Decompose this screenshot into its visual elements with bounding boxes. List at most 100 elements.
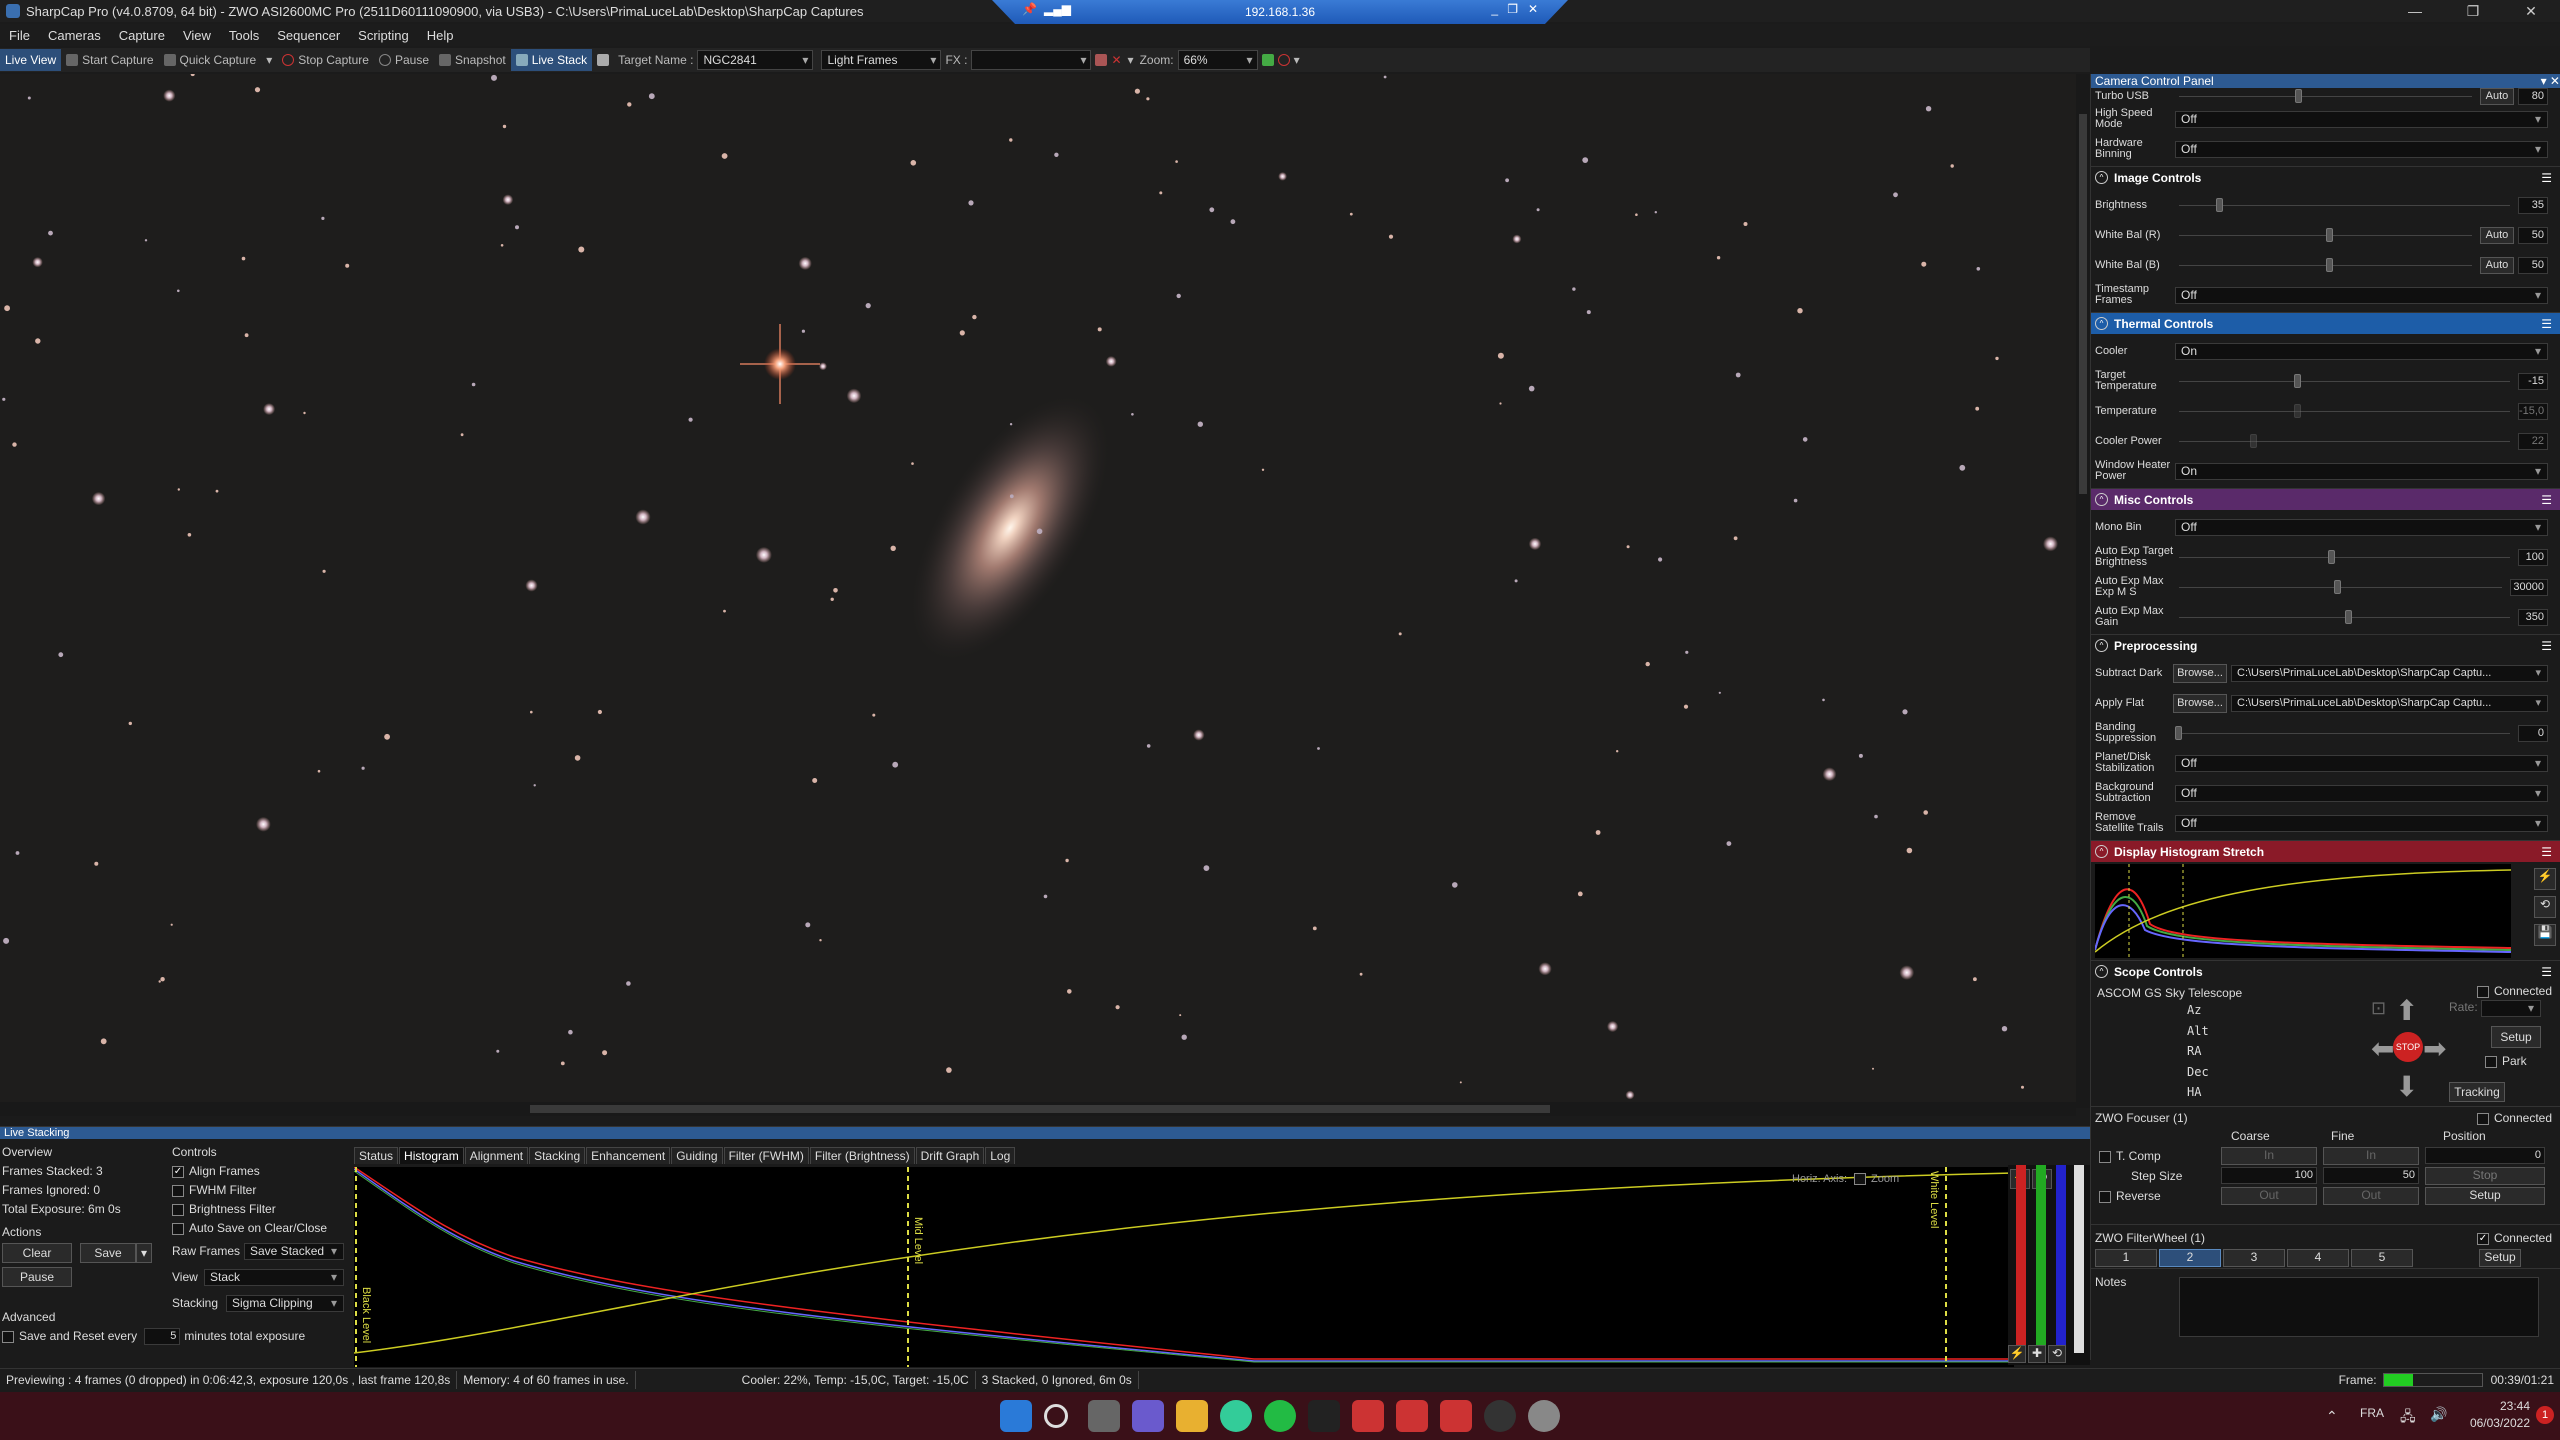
teams-icon[interactable] bbox=[1132, 1400, 1164, 1432]
start-icon[interactable] bbox=[1000, 1400, 1032, 1432]
notification-badge[interactable]: 1 bbox=[2536, 1406, 2554, 1424]
scope-setup-button[interactable]: Setup bbox=[2491, 1026, 2541, 1048]
tab-drift-graph[interactable]: Drift Graph bbox=[915, 1147, 985, 1164]
planet-stab-select[interactable]: Off bbox=[2175, 754, 2548, 772]
tab-stacking[interactable]: Stacking bbox=[529, 1147, 586, 1164]
ae-target-slider[interactable] bbox=[2175, 549, 2514, 565]
raw-frames-select[interactable]: Save Stacked bbox=[244, 1242, 344, 1260]
scope-spiral-icon[interactable]: ⊡ bbox=[2371, 998, 2386, 1019]
collapse-icon[interactable]: ^ bbox=[2095, 493, 2108, 506]
blue-level-bar[interactable] bbox=[2056, 1165, 2066, 1353]
align-frames-checkbox[interactable]: ✓ Align Frames bbox=[172, 1162, 352, 1181]
zoom-select[interactable]: 66% bbox=[1177, 50, 1258, 70]
bg-subtraction-select[interactable]: Off bbox=[2175, 784, 2548, 802]
magnifier-icon[interactable] bbox=[1277, 54, 1290, 66]
scope-controls-header[interactable]: ^ Scope Controls ☰ bbox=[2091, 960, 2560, 982]
filter-slot-4[interactable]: 4 bbox=[2287, 1249, 2349, 1267]
fwhm-filter-checkbox[interactable]: FWHM Filter bbox=[172, 1181, 352, 1200]
target-temp-value[interactable]: -15 bbox=[2518, 372, 2548, 390]
tab-enhancement[interactable]: Enhancement bbox=[586, 1147, 671, 1164]
snapshot-button[interactable]: Snapshot bbox=[434, 49, 511, 71]
menu-capture[interactable]: Capture bbox=[110, 28, 174, 43]
fx-dropdown-icon[interactable]: ▾ bbox=[1128, 53, 1134, 67]
wb-red-slider[interactable] bbox=[2175, 227, 2476, 243]
notes-textarea[interactable] bbox=[2179, 1277, 2539, 1337]
fx-select[interactable] bbox=[971, 50, 1092, 70]
pause-stack-button[interactable]: Pause bbox=[2, 1267, 72, 1287]
app-red-1-icon[interactable] bbox=[1352, 1400, 1384, 1432]
close-button[interactable]: ✕ bbox=[2502, 0, 2560, 22]
green-level-bar[interactable] bbox=[2036, 1165, 2046, 1353]
timestamp-select[interactable]: Off bbox=[2175, 286, 2548, 304]
autosave-checkbox[interactable]: Auto Save on Clear/Close bbox=[172, 1219, 352, 1238]
tab-histogram[interactable]: Histogram bbox=[399, 1147, 464, 1164]
frame-type-select[interactable]: Light Frames bbox=[821, 50, 942, 70]
ae-gain-slider[interactable] bbox=[2175, 609, 2514, 625]
tools-dropdown-icon[interactable]: ▾ bbox=[1294, 53, 1300, 67]
menu-icon[interactable]: ☰ bbox=[2541, 493, 2552, 507]
tcomp-checkbox[interactable]: T. Comp bbox=[2099, 1149, 2161, 1163]
histogram-stretch-graph[interactable] bbox=[2095, 864, 2511, 958]
menu-file[interactable]: File bbox=[0, 28, 39, 43]
view-select[interactable]: Stack bbox=[204, 1268, 344, 1286]
live-view-button[interactable]: Live View bbox=[0, 49, 62, 71]
start-capture-button[interactable]: Start Capture bbox=[61, 49, 158, 71]
stack-histogram-graph[interactable] bbox=[354, 1167, 2014, 1367]
wb-red-auto-button[interactable]: Auto bbox=[2480, 226, 2514, 244]
zoom-checkbox[interactable]: Zoom bbox=[1854, 1173, 1899, 1186]
stack-histogram[interactable]: Black Level Mid Level White Level Horiz.… bbox=[354, 1167, 2014, 1367]
image-vertical-scrollbar[interactable] bbox=[2076, 74, 2090, 1108]
stop-capture-button[interactable]: Stop Capture bbox=[277, 49, 374, 71]
reverse-checkbox[interactable]: Reverse bbox=[2099, 1189, 2161, 1203]
dark-browse-button[interactable]: Browse... bbox=[2173, 663, 2227, 683]
refresh-icon[interactable]: ⟲ bbox=[2048, 1345, 2066, 1363]
wb-red-value[interactable]: 50 bbox=[2518, 226, 2548, 244]
satellite-trails-select[interactable]: Off bbox=[2175, 814, 2548, 832]
wb-blue-value[interactable]: 50 bbox=[2518, 256, 2548, 274]
coarse-out-button[interactable]: Out bbox=[2221, 1187, 2317, 1205]
focuser-position-value[interactable]: 0 bbox=[2425, 1147, 2545, 1164]
target-icon-button[interactable] bbox=[592, 49, 618, 71]
app-x-icon[interactable] bbox=[1308, 1400, 1340, 1432]
menu-tools[interactable]: Tools bbox=[220, 28, 268, 43]
tracking-button[interactable]: Tracking bbox=[2449, 1082, 2505, 1102]
live-stack-button[interactable]: Live Stack bbox=[510, 49, 593, 71]
filter-slot-3[interactable]: 3 bbox=[2223, 1249, 2285, 1267]
save-dropdown[interactable]: ▾ bbox=[136, 1243, 152, 1263]
misc-controls-header[interactable]: ^ Misc Controls ☰ bbox=[2091, 488, 2560, 510]
app-green-icon[interactable] bbox=[1264, 1400, 1296, 1432]
image-horizontal-scrollbar[interactable] bbox=[0, 1102, 2076, 1116]
quick-capture-button[interactable]: Quick Capture bbox=[159, 49, 262, 71]
dark-file-select[interactable]: C:\Users\PrimaLuceLab\Desktop\SharpCap C… bbox=[2231, 664, 2548, 682]
ae-max-slider[interactable] bbox=[2175, 579, 2506, 595]
tab-status[interactable]: Status bbox=[354, 1147, 399, 1164]
coarse-in-button[interactable]: In bbox=[2221, 1147, 2317, 1165]
filterwheel-setup-button[interactable]: Setup bbox=[2479, 1249, 2521, 1267]
turbo-auto-button[interactable]: Auto bbox=[2480, 87, 2514, 105]
ae-target-value[interactable]: 100 bbox=[2518, 548, 2548, 566]
collapse-icon[interactable]: ^ bbox=[2095, 639, 2108, 652]
red-level-bar[interactable] bbox=[2016, 1165, 2026, 1353]
wb-blue-slider[interactable] bbox=[2175, 257, 2476, 273]
fx-color-icon[interactable] bbox=[1095, 54, 1108, 66]
collapse-icon[interactable]: ^ bbox=[2095, 845, 2108, 858]
rd-close-button[interactable]: ✕ bbox=[1528, 2, 1538, 16]
tray-chevron-icon[interactable]: ⌃ bbox=[2326, 1408, 2338, 1425]
fx-clear-icon[interactable]: ✕ bbox=[1111, 53, 1121, 67]
menu-icon[interactable]: ☰ bbox=[2541, 845, 2552, 859]
luminance-level-bar[interactable] bbox=[2074, 1165, 2084, 1353]
mono-bin-select[interactable]: Off bbox=[2175, 518, 2548, 536]
turbo-value[interactable]: 80 bbox=[2518, 87, 2548, 105]
auto-stretch-icon[interactable]: ⚡ bbox=[2534, 868, 2556, 890]
banding-value[interactable]: 0 bbox=[2518, 724, 2548, 742]
sharpcap-taskbar-icon[interactable] bbox=[1528, 1400, 1560, 1432]
tab-log[interactable]: Log bbox=[985, 1147, 1016, 1164]
app-red-2-icon[interactable] bbox=[1396, 1400, 1428, 1432]
flat-browse-button[interactable]: Browse... bbox=[2173, 693, 2227, 713]
chrome-icon[interactable] bbox=[1220, 1400, 1252, 1432]
tab-filter-brightness[interactable]: Filter (Brightness) bbox=[809, 1147, 915, 1164]
scope-south-arrow[interactable]: ⬇ bbox=[2395, 1070, 2418, 1103]
volume-icon[interactable]: 🔊 bbox=[2430, 1406, 2447, 1423]
image-controls-header[interactable]: ^ Image Controls ☰ bbox=[2091, 166, 2560, 188]
banding-slider[interactable] bbox=[2175, 725, 2514, 741]
